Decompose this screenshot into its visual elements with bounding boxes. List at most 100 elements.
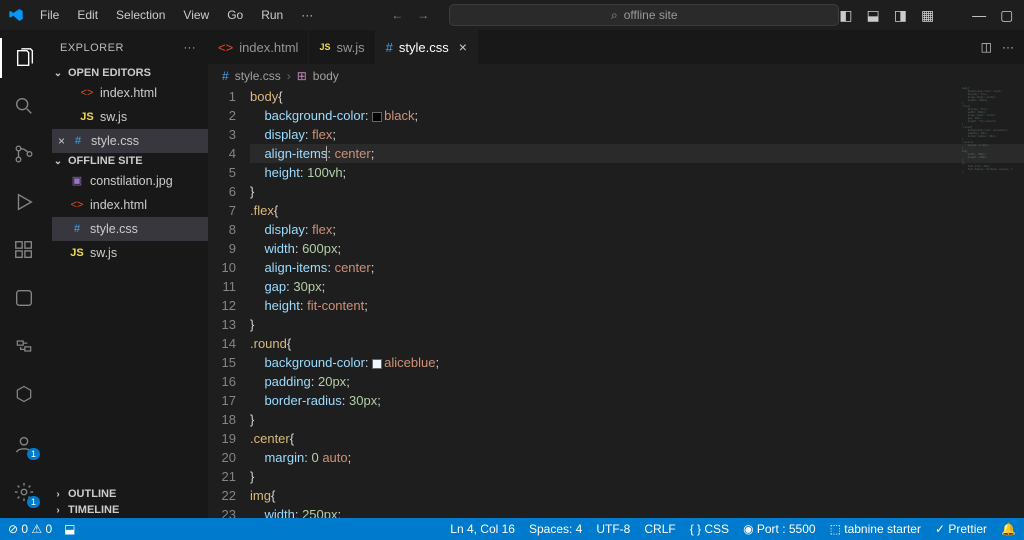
tab-label: index.html: [239, 40, 298, 55]
explorer-more-icon[interactable]: ···: [184, 42, 197, 54]
editor-area: <> index.html JS sw.js # style.css × ◫ ··· # s…: [208, 30, 1024, 518]
activity-settings-icon[interactable]: 1: [0, 472, 48, 512]
open-editor-item[interactable]: <> index.html: [52, 81, 208, 105]
explorer-sidebar: EXPLORER ··· ⌄ OPEN EDITORS <> index.html…: [48, 30, 208, 518]
window-maximize-icon[interactable]: ▢: [1000, 7, 1013, 24]
file-label: style.css: [90, 219, 138, 239]
status-item[interactable]: ⬓: [64, 522, 75, 536]
tab-label: sw.js: [336, 40, 364, 55]
menu-item-view[interactable]: View: [175, 4, 217, 26]
css-file-icon: #: [222, 69, 229, 83]
activity-run-debug-icon[interactable]: [0, 182, 48, 222]
window-minimize-icon[interactable]: ―: [972, 7, 986, 24]
file-tree-item[interactable]: <> index.html: [52, 193, 208, 217]
activity-accounts-icon[interactable]: 1: [0, 424, 48, 464]
html-file-icon: <>: [70, 198, 84, 212]
menu-item-file[interactable]: File: [32, 4, 67, 26]
file-label: index.html: [90, 195, 147, 215]
menu-item-selection[interactable]: Selection: [108, 4, 173, 26]
status-item[interactable]: Ln 4, Col 16: [450, 522, 515, 536]
menu-item-go[interactable]: Go: [219, 4, 251, 26]
breadcrumb-symbol: body: [313, 69, 339, 83]
command-center-search[interactable]: ⌕ offline site: [449, 4, 839, 26]
status-bar: ⊘ 0 ⚠ 0 ⬓ Ln 4, Col 16 Spaces: 4 UTF-8 CRLF {…: [0, 518, 1024, 540]
outline-section[interactable]: › OUTLINE: [48, 486, 208, 502]
tab-label: style.css: [399, 40, 449, 55]
menu-item-edit[interactable]: Edit: [69, 4, 106, 26]
chevron-right-icon: ›: [52, 489, 64, 500]
activity-source-control-icon[interactable]: [0, 134, 48, 174]
css-file-icon: #: [386, 40, 393, 55]
editor-tab[interactable]: # style.css ×: [376, 30, 478, 64]
html-file-icon: <>: [80, 86, 94, 100]
js-file-icon: JS: [80, 110, 94, 124]
file-tree-item[interactable]: # style.css: [52, 217, 208, 241]
close-icon[interactable]: ×: [459, 39, 467, 55]
open-editor-item[interactable]: JSsw.js: [52, 105, 208, 129]
minimap[interactable]: body{ background-color: black; display: …: [962, 87, 1012, 518]
status-item[interactable]: { } CSS: [690, 522, 729, 536]
vscode-logo-icon: [8, 7, 24, 23]
menu-item-···[interactable]: ···: [293, 4, 321, 26]
js-file-icon: JS: [319, 42, 330, 52]
layout-customize-icon[interactable]: ▦: [921, 7, 934, 24]
editor-tabs: <> index.html JS sw.js # style.css × ◫ ···: [208, 30, 1024, 65]
nav-arrows: ← →: [391, 8, 429, 22]
file-label: style.css: [91, 131, 139, 151]
layout-left-icon[interactable]: ◧: [839, 7, 852, 24]
file-label: index.html: [100, 83, 157, 103]
open-editors-section[interactable]: ⌄ OPEN EDITORS: [48, 65, 208, 81]
activity-tabnine-icon[interactable]: [0, 278, 48, 318]
html-file-icon: <>: [218, 40, 233, 55]
breadcrumb[interactable]: # style.css › ⊞ body: [208, 65, 1024, 87]
chevron-right-icon: ›: [52, 505, 64, 516]
titlebar-right: ◧ ⬓ ◨ ▦ ― ▢ ✕: [839, 7, 1024, 24]
file-tree-item[interactable]: ▣constilation.jpg: [52, 169, 208, 193]
workspace-section[interactable]: ⌄ OFFLINE SITE: [48, 153, 208, 169]
activity-db-icon[interactable]: [0, 374, 48, 414]
css-file-icon: #: [70, 222, 84, 236]
chevron-down-icon: ⌄: [52, 68, 64, 79]
status-item[interactable]: 🔔: [1001, 522, 1016, 536]
code-content[interactable]: body{ background-color: black; display: …: [250, 87, 1024, 518]
accounts-badge: 1: [27, 448, 40, 460]
status-item[interactable]: ◉ Port : 5500: [743, 522, 816, 536]
outline-label: OUTLINE: [68, 488, 116, 500]
layout-right-icon[interactable]: ◨: [894, 7, 907, 24]
editor-actions: ◫ ···: [981, 30, 1024, 64]
activity-search-icon[interactable]: [0, 86, 48, 126]
open-editor-item[interactable]: × # style.css: [52, 129, 208, 153]
settings-badge: 1: [27, 496, 40, 508]
activity-extensions-icon[interactable]: [0, 230, 48, 270]
timeline-section[interactable]: › TIMELINE: [48, 502, 208, 518]
nav-back-icon[interactable]: ←: [391, 8, 403, 22]
file-label: sw.js: [90, 243, 117, 263]
chevron-down-icon: ⌄: [52, 156, 64, 167]
explorer-header: EXPLORER ···: [48, 30, 208, 65]
status-item[interactable]: ⬚ tabnine starter: [830, 522, 921, 536]
status-item[interactable]: ✓ Prettier: [935, 522, 987, 536]
status-item[interactable]: UTF-8: [596, 522, 630, 536]
close-icon[interactable]: ×: [58, 131, 65, 151]
breadcrumb-file: style.css: [235, 69, 281, 83]
status-item[interactable]: CRLF: [644, 522, 675, 536]
status-item[interactable]: Spaces: 4: [529, 522, 582, 536]
layout-bottom-icon[interactable]: ⬓: [866, 7, 879, 24]
editor-tab[interactable]: JS sw.js: [309, 30, 375, 64]
title-bar: FileEditSelectionViewGoRun··· ← → ⌕ offl…: [0, 0, 1024, 30]
split-editor-icon[interactable]: ◫: [981, 40, 992, 54]
image-file-icon: ▣: [70, 174, 84, 188]
activity-explorer-icon[interactable]: [0, 38, 48, 78]
editor-tab[interactable]: <> index.html: [208, 30, 309, 64]
explorer-title: EXPLORER: [60, 42, 124, 54]
activity-remote-icon[interactable]: [0, 326, 48, 366]
menu-item-run[interactable]: Run: [253, 4, 291, 26]
file-tree-item[interactable]: JSsw.js: [52, 241, 208, 265]
editor-more-icon[interactable]: ···: [1002, 40, 1014, 54]
open-editors-label: OPEN EDITORS: [68, 67, 151, 79]
code-editor[interactable]: 1234567891011121314151617181920212223242…: [208, 87, 1024, 518]
css-file-icon: #: [71, 134, 85, 148]
menu-bar: FileEditSelectionViewGoRun···: [32, 4, 321, 26]
nav-forward-icon[interactable]: →: [417, 8, 429, 22]
status-item[interactable]: ⊘ 0 ⚠ 0: [8, 522, 52, 536]
